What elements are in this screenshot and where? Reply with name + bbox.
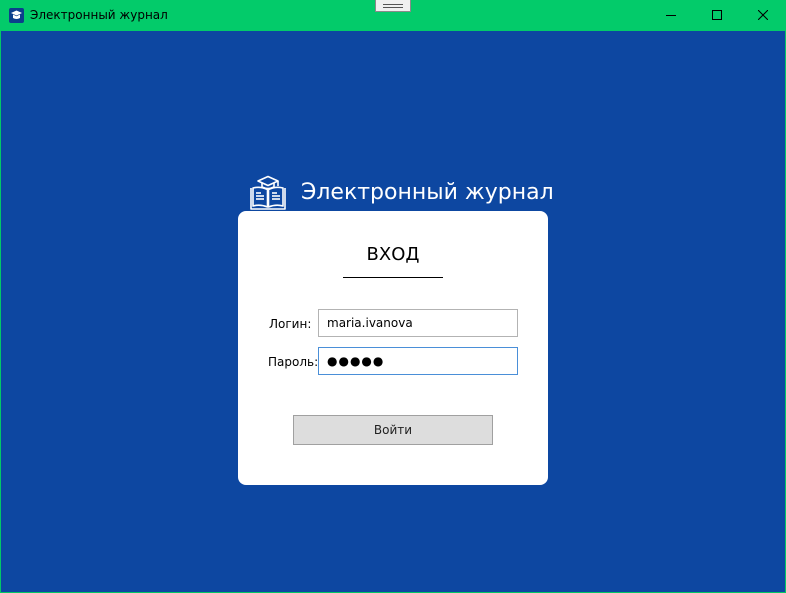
close-icon <box>758 10 768 20</box>
minimize-icon <box>666 15 676 16</box>
maximize-button[interactable] <box>694 0 740 31</box>
app-window: Электронный журнал Электронный журнал ВХ… <box>0 0 786 593</box>
drag-handle[interactable] <box>375 0 411 12</box>
password-input[interactable]: ●●●●● <box>318 347 518 375</box>
minimize-button[interactable] <box>648 0 694 31</box>
password-label: Пароль: <box>268 355 319 369</box>
login-heading: ВХОД <box>366 244 420 265</box>
login-button[interactable]: Войти <box>293 415 493 445</box>
window-title: Электронный журнал <box>30 8 168 22</box>
app-title: Электронный журнал <box>301 180 554 205</box>
title-bar[interactable]: Электронный журнал <box>0 0 786 31</box>
main-content: Электронный журнал ВХОД Логин: maria.iva… <box>1 31 785 592</box>
login-label: Логин: <box>269 317 312 331</box>
heading-underline <box>343 277 443 278</box>
login-card: ВХОД Логин: maria.ivanova Пароль: ●●●●● … <box>238 211 548 485</box>
close-button[interactable] <box>740 0 786 31</box>
graduation-cap-icon <box>9 8 24 23</box>
maximize-icon <box>712 10 722 20</box>
app-header: Электронный журнал <box>249 174 569 214</box>
login-input[interactable]: maria.ivanova <box>318 309 518 337</box>
book-graduation-icon <box>250 175 286 210</box>
